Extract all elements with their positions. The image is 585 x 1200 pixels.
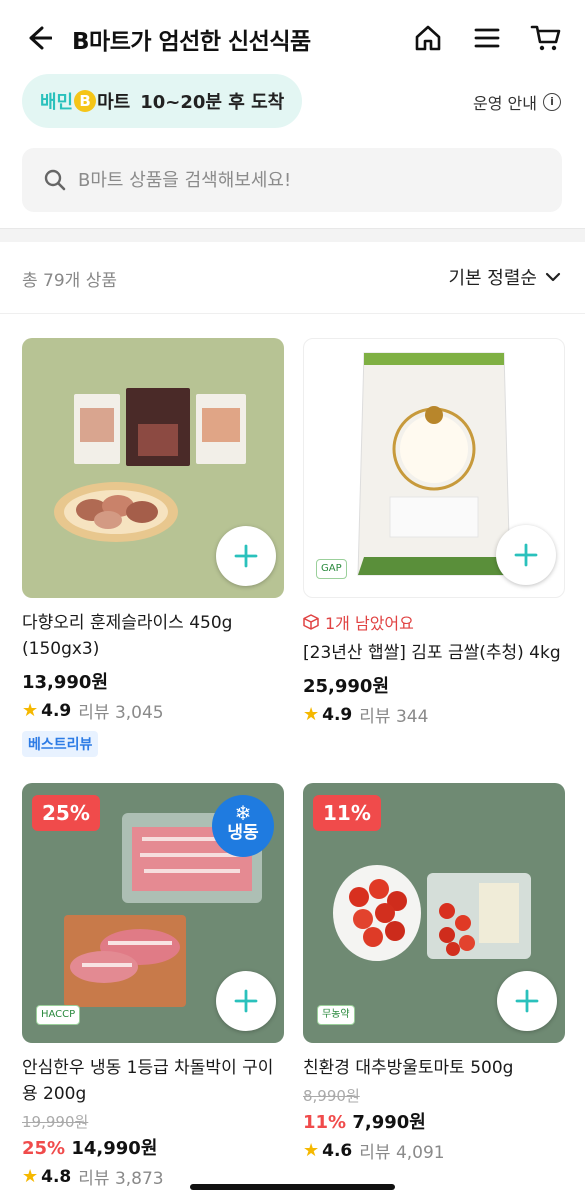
review-count: 리뷰 3,873: [78, 1169, 164, 1189]
sort-dropdown[interactable]: 기본 정렬순: [448, 264, 561, 290]
home-button[interactable]: [410, 20, 446, 56]
discount-tag: 25%: [32, 795, 100, 831]
home-indicator[interactable]: [190, 1184, 395, 1190]
rating-score: 4.9: [41, 700, 72, 721]
product-name[interactable]: 안심한우 냉동 1등급 차돌박이 구이용 200g: [22, 1055, 284, 1107]
product-card[interactable]: 11% 무농약 친환경 대추방울토마토 500g 8,990원 11% 7,99…: [303, 783, 565, 1163]
haccp-cert-label: HACCP: [36, 1005, 81, 1025]
star-icon: ★: [22, 1166, 39, 1187]
product-name[interactable]: 다향오리 훈제슬라이스 450g (150gx3): [22, 610, 284, 662]
divider-line: [0, 313, 585, 314]
operation-info-label: 운영 안내: [473, 94, 537, 113]
operation-info-link[interactable]: 운영 안내 i: [473, 90, 561, 114]
product-rating: ★ 4.9 리뷰 3,045: [22, 698, 284, 723]
gap-cert-label: GAP: [316, 559, 347, 579]
product-name[interactable]: [23년산 햅쌀] 김포 금쌀(추청) 4kg: [303, 640, 565, 666]
star-icon: ★: [303, 1140, 320, 1161]
product-rating: ★ 4.9 리뷰 344: [303, 702, 565, 727]
product-price-line: 11% 7,990원: [303, 1108, 565, 1134]
sort-label: 기본 정렬순: [448, 268, 537, 289]
plus-icon: [234, 544, 258, 568]
review-count: 리뷰 4,091: [359, 1143, 445, 1163]
rating-score: 4.6: [322, 1140, 353, 1161]
box-icon: [303, 614, 319, 630]
rating-score: 4.8: [41, 1166, 72, 1187]
search-input[interactable]: [78, 169, 498, 191]
product-image[interactable]: [22, 338, 284, 598]
plus-icon: [234, 989, 258, 1013]
delivery-eta-text: 10~20분 후 도착: [140, 92, 285, 113]
plus-icon: [514, 543, 538, 567]
search-bar[interactable]: [22, 148, 562, 212]
add-to-cart-button[interactable]: [497, 971, 557, 1031]
search-icon: [44, 169, 66, 191]
home-icon: [415, 25, 441, 51]
product-card[interactable]: 다향오리 훈제슬라이스 450g (150gx3) 13,990원 ★ 4.9 …: [22, 338, 284, 757]
original-price: 8,990원: [303, 1087, 360, 1105]
product-image[interactable]: 25% ❄ 냉동 HACCP: [22, 783, 284, 1043]
logo-b-mark: B: [74, 90, 97, 112]
cart-button[interactable]: [528, 20, 564, 56]
review-count: 리뷰 3,045: [78, 703, 164, 723]
cart-icon: [530, 25, 561, 51]
hamburger-menu-icon: [474, 28, 500, 48]
original-price: 19,990원: [22, 1113, 89, 1131]
logo-suffix: 마트: [97, 92, 131, 113]
frozen-label: 냉동: [227, 823, 259, 843]
product-price: 13,990원: [22, 672, 109, 693]
add-to-cart-button[interactable]: [216, 971, 276, 1031]
delivery-eta-pill[interactable]: 배민 B 마트 10~20분 후 도착: [22, 74, 302, 128]
review-count: 리뷰 344: [359, 707, 429, 727]
low-stock-notice: 1개 남았어요: [303, 610, 565, 634]
info-icon: i: [543, 93, 561, 111]
product-price: 25,990원: [303, 676, 390, 697]
header: B마트가 엄선한 신선식품: [0, 0, 585, 76]
discount-tag: 11%: [313, 795, 381, 831]
back-button[interactable]: [22, 20, 54, 56]
back-arrow-icon: [29, 26, 52, 50]
product-card[interactable]: GAP 1개 남았어요 [23년산 햅쌀] 김포 금쌀(추청) 4kg 25,9…: [303, 338, 565, 727]
frozen-badge: ❄ 냉동: [212, 795, 274, 857]
section-divider: [0, 228, 585, 242]
product-price: 7,990원: [352, 1112, 426, 1133]
snowflake-icon: ❄: [234, 801, 252, 825]
star-icon: ★: [303, 704, 320, 725]
product-image[interactable]: 11% 무농약: [303, 783, 565, 1043]
product-price: 14,990원: [71, 1138, 158, 1159]
page-title: B마트가 엄선한 신선식품: [72, 29, 311, 55]
logo-prefix: 배민: [40, 92, 74, 113]
product-image[interactable]: GAP: [303, 338, 565, 598]
bmart-logo: 배민 B 마트: [40, 88, 130, 114]
add-to-cart-button[interactable]: [216, 526, 276, 586]
discount-rate: 25%: [22, 1138, 66, 1159]
discount-rate: 11%: [303, 1112, 347, 1133]
pesticide-free-cert-label: 무농약: [317, 1005, 355, 1025]
product-name[interactable]: 친환경 대추방울토마토 500g: [303, 1055, 565, 1081]
product-price-line: 25% 14,990원: [22, 1134, 284, 1160]
best-review-badge: 베스트리뷰: [22, 731, 99, 757]
add-to-cart-button[interactable]: [496, 525, 556, 585]
plus-icon: [515, 989, 539, 1013]
star-icon: ★: [22, 700, 39, 721]
menu-button[interactable]: [469, 20, 505, 56]
product-rating: ★ 4.6 리뷰 4,091: [303, 1138, 565, 1163]
stock-text: 1개 남았어요: [325, 614, 414, 633]
product-count: 총 79개 상품: [22, 271, 117, 291]
chevron-down-icon: [545, 272, 561, 282]
product-card[interactable]: 25% ❄ 냉동 HACCP 안심한우 냉동 1등급 차돌박이 구이용 200g…: [22, 783, 284, 1189]
rating-score: 4.9: [322, 704, 353, 725]
